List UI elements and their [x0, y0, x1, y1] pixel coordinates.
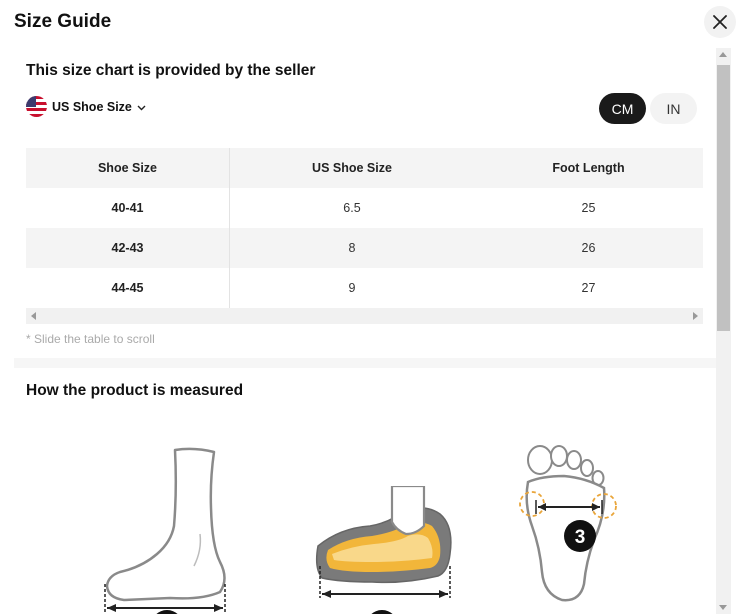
scrollbar-thumb[interactable]: [717, 65, 730, 331]
table-cell: 8: [348, 241, 356, 255]
measurement-heading: How the product is measured: [26, 382, 244, 399]
size-system-label: US Shoe Size: [52, 99, 132, 114]
column-header: Foot Length: [552, 161, 625, 175]
size-table[interactable]: Shoe Size US Shoe Size Foot Length 40-41…: [26, 148, 703, 308]
table-cell: 6.5: [343, 201, 361, 215]
modal-title: Size Guide: [14, 11, 112, 32]
scroll-right-arrow-icon[interactable]: [693, 312, 698, 320]
table-cell: 26: [581, 241, 596, 255]
unit-in-button[interactable]: IN: [650, 93, 697, 124]
scroll-up-arrow-icon[interactable]: [719, 52, 727, 57]
size-system-dropdown[interactable]: US Shoe Size: [26, 96, 146, 117]
table-header-row: Shoe Size US Shoe Size Foot Length: [26, 148, 703, 188]
scroll-down-arrow-icon[interactable]: [719, 605, 727, 610]
table-cell: 44-45: [26, 268, 230, 308]
scroll-left-arrow-icon[interactable]: [31, 312, 36, 320]
table-cell: 40-41: [26, 188, 230, 228]
table-cell: 42-43: [26, 228, 230, 268]
size-chart-card: This size chart is provided by the selle…: [14, 48, 716, 358]
table-cell: 9: [348, 281, 356, 295]
scroll-content[interactable]: This size chart is provided by the selle…: [14, 48, 716, 614]
table-row: 42-43 8 26: [26, 228, 703, 268]
vertical-scrollbar[interactable]: [716, 48, 731, 614]
us-flag-icon: [26, 96, 47, 117]
column-header: Shoe Size: [26, 148, 230, 188]
table-horizontal-scrollbar[interactable]: [26, 308, 703, 324]
size-chart-heading: This size chart is provided by the selle…: [26, 62, 316, 79]
unit-cm-button[interactable]: CM: [599, 93, 646, 124]
size-guide-modal: Size Guide This size chart is provided b…: [0, 0, 745, 614]
table-row: 44-45 9 27: [26, 268, 703, 308]
table-cell: 25: [581, 201, 596, 215]
table-row: 40-41 6.5 25: [26, 188, 703, 228]
measurement-card: How the product is measured 3: [14, 368, 716, 614]
close-button[interactable]: [704, 6, 736, 38]
unit-toggle: CM IN: [599, 93, 697, 124]
column-header: US Shoe Size: [312, 161, 392, 175]
step-3-label: 3: [575, 527, 586, 548]
foot-width-measure-illustration: 3: [519, 445, 617, 602]
foot-side-measure-illustration: [104, 447, 226, 614]
scroll-hint: * Slide the table to scroll: [26, 332, 155, 346]
table-cell: 27: [581, 281, 596, 295]
close-icon: [713, 15, 727, 29]
insole-measure-illustration: [315, 486, 452, 598]
chevron-down-icon: [137, 105, 146, 110]
